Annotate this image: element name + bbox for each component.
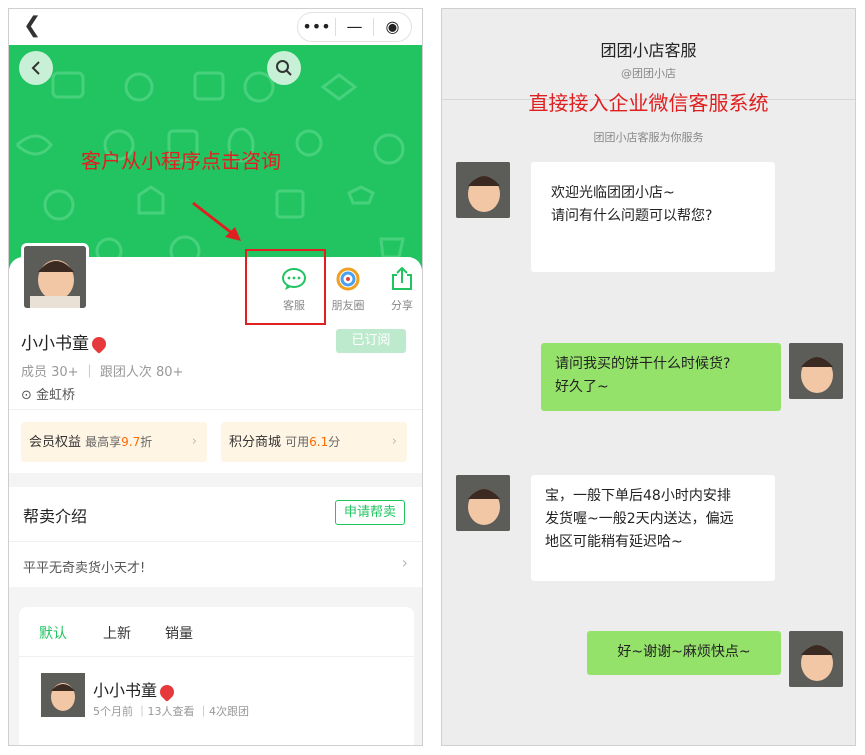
avatar[interactable] bbox=[21, 243, 89, 311]
tab-default[interactable]: 默认 bbox=[39, 623, 67, 643]
strawberry-icon bbox=[89, 334, 109, 354]
tab-sales[interactable]: 销量 bbox=[165, 623, 193, 643]
strawberry-icon bbox=[157, 681, 177, 702]
share-button[interactable]: 分享 bbox=[379, 266, 422, 313]
message-bubble-customer: 请问我买的饼干什么时候货? 好久了~ bbox=[541, 343, 781, 411]
message-bubble-agent: 宝，一般下单后48小时内安排 发货喔~一般2天内送达，偏远 地区可能稍有延迟哈~ bbox=[531, 475, 775, 581]
message-bubble-agent: 欢迎光临团团小店~ 请问有什么问题可以帮您? bbox=[531, 162, 775, 272]
helper-description[interactable]: 平平无奇卖货小天才! bbox=[23, 557, 145, 576]
chevron-right-icon: › bbox=[391, 434, 397, 449]
chat-title: 团团小店客服 bbox=[600, 41, 697, 60]
location-pin-icon: ⊙ bbox=[21, 388, 37, 403]
search-button[interactable] bbox=[267, 51, 301, 85]
annotation-highlight-box bbox=[245, 249, 326, 325]
mini-program-capsule: ••• — ◉ bbox=[297, 12, 412, 42]
helper-title: 帮卖介绍 bbox=[23, 507, 88, 526]
apply-helper-button[interactable]: 申请帮卖 bbox=[335, 500, 405, 525]
avatar[interactable] bbox=[41, 673, 85, 717]
message-bubble-customer: 好~谢谢~麻烦快点~ bbox=[587, 631, 781, 675]
moments-icon bbox=[336, 267, 360, 291]
post-author: 小小书童 bbox=[93, 677, 177, 702]
close-icon[interactable]: ◉ bbox=[374, 13, 411, 41]
action-label: 朋友圈 bbox=[331, 299, 365, 312]
annotation-arrow-icon bbox=[192, 201, 241, 241]
chevron-right-icon[interactable]: › bbox=[402, 553, 408, 572]
group-feed: 默认 上新 销量 小小书童 5个月前 ｜13人查看 ｜4次跟团 bbox=[19, 607, 414, 745]
chevron-right-icon: › bbox=[191, 434, 197, 449]
chevron-left-icon[interactable]: ❮ bbox=[23, 13, 41, 38]
action-label: 分享 bbox=[391, 299, 413, 312]
chat-notice: 团团小店客服为你服务 bbox=[593, 131, 704, 144]
shop-location: ⊙ 金虹桥 bbox=[21, 388, 76, 403]
tab-new[interactable]: 上新 bbox=[103, 623, 131, 643]
minimize-icon[interactable]: — bbox=[336, 13, 373, 41]
chat-subtitle: @团团小店 bbox=[621, 67, 676, 80]
shop-profile-card: 客服 朋友圈 分享 小小书童 已订阅 成员 30+ ｜ 跟团人次 80+ ⊙ 金… bbox=[9, 243, 422, 409]
customer-avatar[interactable] bbox=[789, 631, 843, 687]
customer-service-chat-screen: 团团小店客服 @团团小店 直接接入企业微信客服系统 团团小店客服为你服务 欢迎光… bbox=[441, 8, 856, 746]
feed-tabs: 默认 上新 销量 bbox=[19, 607, 414, 657]
chevron-left-icon bbox=[31, 61, 40, 75]
post-meta: 5个月前 ｜13人查看 ｜4次跟团 bbox=[93, 705, 249, 718]
points-mall-card[interactable]: 积分商城 可用6.1分 › bbox=[221, 422, 407, 462]
perks-row: 会员权益 最高享9.7折 › 积分商城 可用6.1分 › bbox=[9, 409, 422, 473]
moments-button[interactable]: 朋友圈 bbox=[325, 267, 371, 313]
agent-avatar[interactable] bbox=[456, 475, 510, 531]
back-button[interactable] bbox=[19, 51, 53, 85]
agent-avatar[interactable] bbox=[456, 162, 510, 218]
annotation-headline: 直接接入企业微信客服系统 bbox=[528, 91, 769, 115]
nav-bar: ❮ ••• — ◉ bbox=[9, 9, 422, 45]
subscribed-button[interactable]: 已订阅 bbox=[336, 329, 406, 353]
search-icon bbox=[276, 60, 292, 76]
more-icon[interactable]: ••• bbox=[298, 13, 335, 41]
shop-stats: 成员 30+ ｜ 跟团人次 80+ bbox=[21, 365, 184, 380]
helper-section: 帮卖介绍 申请帮卖 平平无奇卖货小天才! › bbox=[9, 487, 422, 587]
shop-banner: 客户从小程序点击咨询 bbox=[9, 45, 422, 273]
shop-name: 小小书童 bbox=[21, 329, 109, 354]
member-benefits-card[interactable]: 会员权益 最高享9.7折 › bbox=[21, 422, 207, 462]
share-icon bbox=[392, 266, 412, 290]
annotation-label: 客户从小程序点击咨询 bbox=[81, 149, 281, 173]
mini-program-shop-screen: ❮ ••• — ◉ 客户从小程序点击咨询 客服 朋友圈 分享 小小书童 已订阅 … bbox=[8, 8, 423, 746]
customer-avatar[interactable] bbox=[789, 343, 843, 399]
